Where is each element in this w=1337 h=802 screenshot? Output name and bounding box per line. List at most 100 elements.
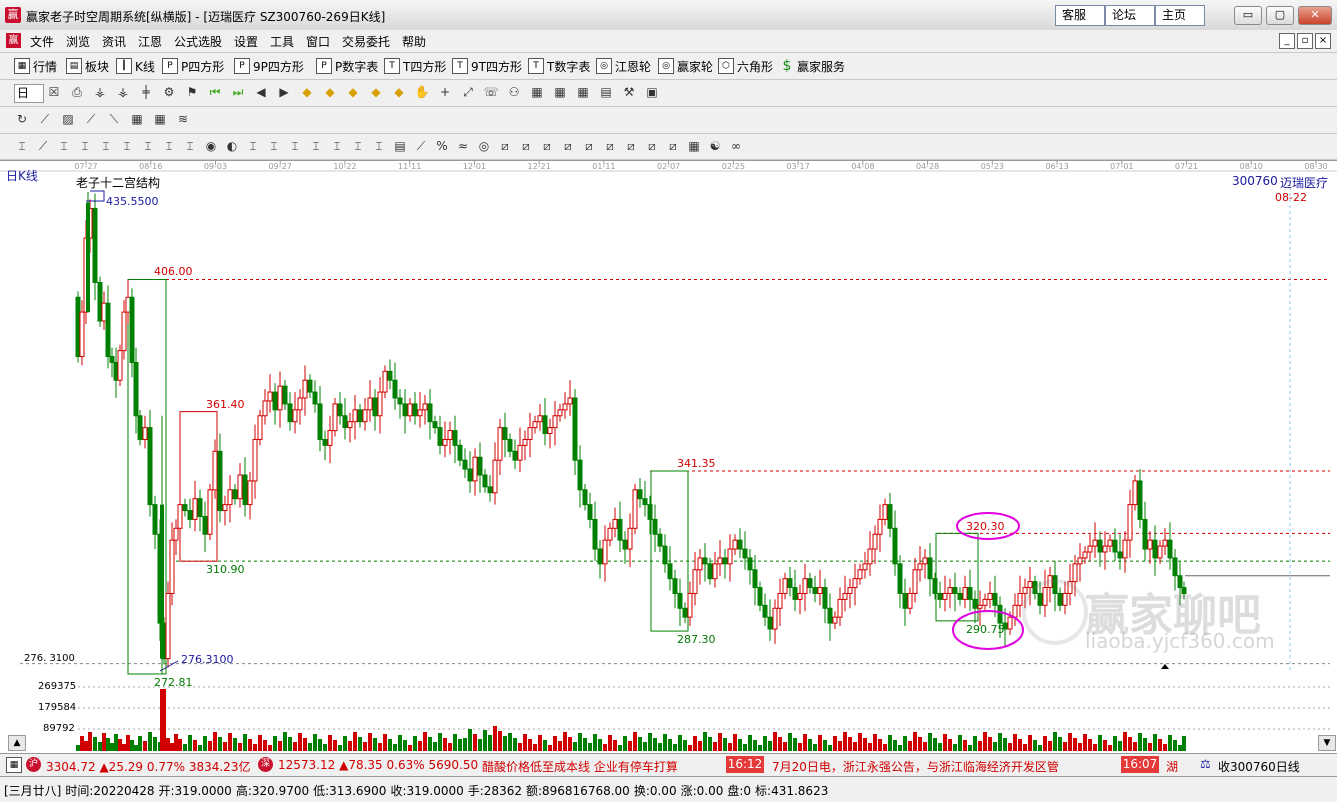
analysis-tool-13-icon[interactable]: ⌶	[266, 138, 282, 154]
analysis-tool-19-icon[interactable]: ▤	[392, 138, 408, 154]
draw-tool-8-icon[interactable]: ⏮	[207, 84, 223, 100]
mdi-minimize-button[interactable]: _	[1279, 33, 1295, 49]
analysis-tool-15-icon[interactable]: ⌶	[308, 138, 324, 154]
grid-icon[interactable]: ▦	[6, 757, 22, 773]
news-ticker-1[interactable]: 醋酸价格低至成本线 企业有停车打算	[482, 758, 678, 775]
analysis-tool-16-icon[interactable]: ⌶	[329, 138, 345, 154]
analysis-tool-3-icon[interactable]: ⌶	[56, 138, 72, 154]
minimize-button[interactable]: ▭	[1234, 6, 1262, 25]
menu-tools[interactable]: 工具	[270, 33, 294, 50]
draw-tool-25-icon[interactable]: ▤	[598, 84, 614, 100]
menu-file[interactable]: 文件	[30, 33, 54, 50]
link-customer-service[interactable]: 客服	[1055, 5, 1105, 26]
sh-index-quote[interactable]: 3304.72 ▲25.29 0.77% 3834.23亿	[46, 758, 250, 775]
draw-tool-26-icon[interactable]: ⚒	[621, 84, 637, 100]
analysis-tool-25-icon[interactable]: ⧄	[518, 138, 534, 154]
menu-window[interactable]: 窗口	[306, 33, 330, 50]
scroll-up-icon[interactable]: ▲	[8, 735, 26, 751]
kline-chart[interactable]: 07-27 08-16 09-03 09-27 10-22 11-11 12-01 12-21…	[0, 161, 1337, 753]
tools-tool-3-icon[interactable]: ▨	[60, 111, 76, 127]
analysis-tool-14-icon[interactable]: ⌶	[287, 138, 303, 154]
maximize-button[interactable]: ▢	[1266, 6, 1294, 25]
analysis-tool-11-icon[interactable]: ◐	[224, 138, 240, 154]
toolbar-number-t-button[interactable]: T T数字表	[528, 57, 590, 75]
menu-info[interactable]: 资讯	[102, 33, 126, 50]
analysis-tool-23-icon[interactable]: ◎	[476, 138, 492, 154]
analysis-tool-29-icon[interactable]: ⧄	[602, 138, 618, 154]
analysis-tool-32-icon[interactable]: ⧄	[665, 138, 681, 154]
menu-help[interactable]: 帮助	[402, 33, 426, 50]
tools-tool-6-icon[interactable]: ▦	[129, 111, 145, 127]
analysis-tool-27-icon[interactable]: ⧄	[560, 138, 576, 154]
tools-tool-5-icon[interactable]: ⟍	[106, 111, 122, 127]
draw-tool-9-icon[interactable]: ⏭	[230, 84, 246, 100]
analysis-tool-7-icon[interactable]: ⌶	[140, 138, 156, 154]
link-forum[interactable]: 论坛	[1105, 5, 1155, 26]
draw-tool-18-icon[interactable]: +	[437, 84, 453, 100]
toolbar-winner-wheel-button[interactable]: ◎ 赢家轮	[658, 57, 713, 75]
tools-tool-2-icon[interactable]: ⟋	[37, 111, 53, 127]
analysis-tool-31-icon[interactable]: ⧄	[644, 138, 660, 154]
analysis-tool-18-icon[interactable]: ⌶	[371, 138, 387, 154]
analysis-tool-33-icon[interactable]: ▦	[686, 138, 702, 154]
toolbar-candles-button[interactable]: ┃ K线	[116, 57, 155, 75]
draw-tool-17-icon[interactable]: ✋	[414, 84, 430, 100]
toolbar-square-9p-button[interactable]: P 9P四方形	[234, 57, 304, 75]
news-ticker-3[interactable]: 湖	[1166, 758, 1178, 775]
draw-tool-5-icon[interactable]: ╪	[138, 84, 154, 100]
analysis-tool-9-icon[interactable]: ⌶	[182, 138, 198, 154]
draw-tool-10-icon[interactable]: ◀	[253, 84, 269, 100]
menu-browse[interactable]: 浏览	[66, 33, 90, 50]
analysis-tool-1-icon[interactable]: ⌶	[14, 138, 30, 154]
draw-tool-15-icon[interactable]: ◆	[368, 84, 384, 100]
draw-tool-11-icon[interactable]: ▶	[276, 84, 292, 100]
toolbar-number-p-button[interactable]: P P数字表	[316, 57, 378, 75]
draw-tool-20-icon[interactable]: ☏	[483, 84, 499, 100]
draw-tool-23-icon[interactable]: ▦	[552, 84, 568, 100]
toolbar-table-button[interactable]: ▦ 行情	[14, 57, 57, 75]
analysis-tool-22-icon[interactable]: ≈	[455, 138, 471, 154]
menu-formula[interactable]: 公式选股	[174, 33, 222, 50]
analysis-tool-30-icon[interactable]: ⧄	[623, 138, 639, 154]
menu-settings[interactable]: 设置	[234, 33, 258, 50]
analysis-tool-26-icon[interactable]: ⧄	[539, 138, 555, 154]
period-select[interactable]: 日	[14, 84, 44, 103]
draw-tool-6-icon[interactable]: ⚙	[161, 84, 177, 100]
draw-tool-13-icon[interactable]: ◆	[322, 84, 338, 100]
sz-index-quote[interactable]: 12573.12 ▲78.35 0.63% 5690.50	[278, 758, 478, 772]
toolbar-gann-wheel-button[interactable]: ◎ 江恩轮	[596, 57, 651, 75]
analysis-tool-34-icon[interactable]: ☯	[707, 138, 723, 154]
close-button[interactable]: ✕	[1298, 6, 1332, 25]
mdi-close-button[interactable]: ×	[1315, 33, 1331, 49]
analysis-tool-17-icon[interactable]: ⌶	[350, 138, 366, 154]
draw-tool-22-icon[interactable]: ▦	[529, 84, 545, 100]
draw-tool-27-icon[interactable]: ▣	[644, 84, 660, 100]
menu-gann[interactable]: 江恩	[138, 33, 162, 50]
tools-tool-7-icon[interactable]: ▦	[152, 111, 168, 127]
analysis-tool-8-icon[interactable]: ⌶	[161, 138, 177, 154]
toolbar-blocks-button[interactable]: ▤ 板块	[66, 57, 109, 75]
draw-tool-24-icon[interactable]: ▦	[575, 84, 591, 100]
draw-tool-21-icon[interactable]: ⚇	[506, 84, 522, 100]
kline-chart-panel[interactable]: 07-27 08-16 09-03 09-27 10-22 11-11 12-01 12-21…	[0, 160, 1337, 753]
menu-trade[interactable]: 交易委托	[342, 33, 390, 50]
tools-tool-1-icon[interactable]: ↻	[14, 111, 30, 127]
draw-tool-4-icon[interactable]: ⚶	[115, 84, 131, 100]
draw-tool-7-icon[interactable]: ⚑	[184, 84, 200, 100]
toolbar-square-t-button[interactable]: T T四方形	[384, 57, 446, 75]
draw-tool-16-icon[interactable]: ◆	[391, 84, 407, 100]
analysis-tool-24-icon[interactable]: ⧄	[497, 138, 513, 154]
draw-tool-12-icon[interactable]: ◆	[299, 84, 315, 100]
draw-tool-14-icon[interactable]: ◆	[345, 84, 361, 100]
mdi-restore-button[interactable]: ▫	[1297, 33, 1313, 49]
analysis-tool-2-icon[interactable]: ⟋	[35, 138, 51, 154]
analysis-tool-6-icon[interactable]: ⌶	[119, 138, 135, 154]
tools-tool-4-icon[interactable]: ⟋	[83, 111, 99, 127]
analysis-tool-21-icon[interactable]: %	[434, 138, 450, 154]
analysis-tool-4-icon[interactable]: ⌶	[77, 138, 93, 154]
draw-tool-2-icon[interactable]: ⎙	[69, 84, 85, 100]
toolbar-hexagon-button[interactable]: ⬡ 六角形	[718, 57, 773, 75]
toolbar-square-p-button[interactable]: P P四方形	[162, 57, 224, 75]
news-ticker-2[interactable]: 7月20日电，浙江永强公告，与浙江临海经济开发区管	[772, 758, 1059, 775]
analysis-tool-12-icon[interactable]: ⌶	[245, 138, 261, 154]
